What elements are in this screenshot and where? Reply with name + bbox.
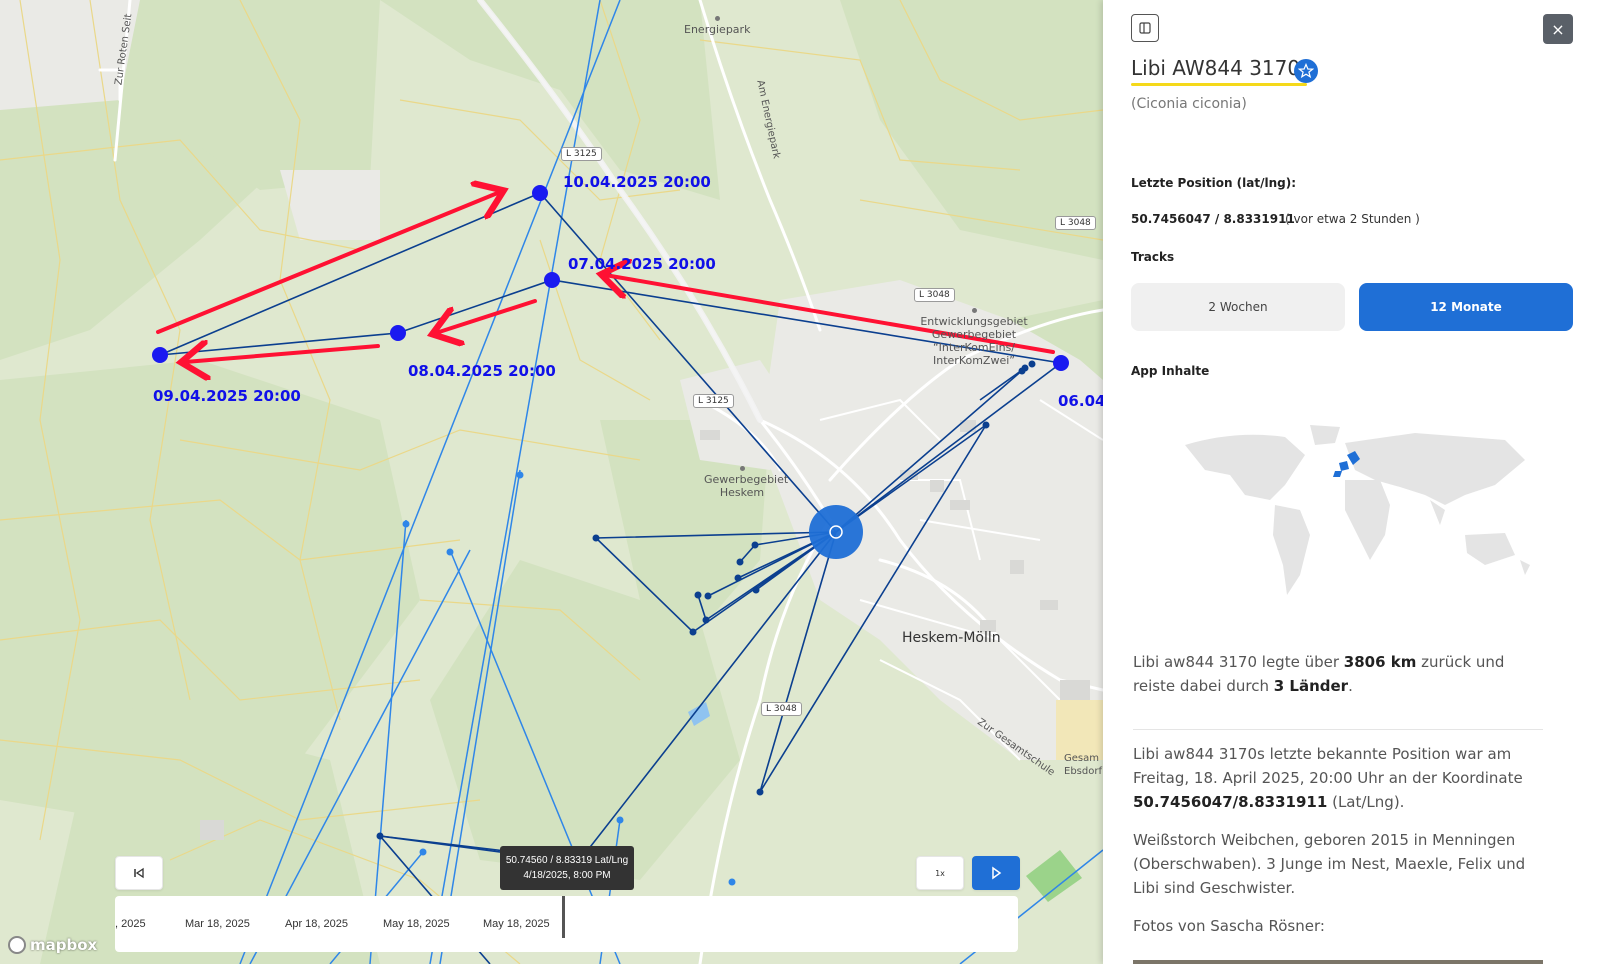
name-highlight xyxy=(1131,83,1307,86)
timeline-tick: May 18, 2025 xyxy=(383,918,450,930)
visited-country xyxy=(1333,471,1342,477)
annotation-arrows xyxy=(156,0,1055,964)
visited-country xyxy=(1339,461,1349,471)
place-label-gesamtschule: Gesam Ebsdorf xyxy=(1064,753,1102,777)
speed-button[interactable]: 1x xyxy=(916,856,964,890)
annotation-arrow xyxy=(436,299,537,333)
world-map xyxy=(1185,425,1530,595)
last-position-title: Letzte Position (lat/lng): xyxy=(1131,176,1297,190)
close-icon: × xyxy=(1551,19,1565,39)
timeline-tick: Mar 18, 2025 xyxy=(185,918,250,930)
timeline-tick: May 18, 2025 xyxy=(483,918,550,930)
photos-credit: Fotos von Sascha Rösner: xyxy=(1133,917,1325,935)
place-label-entwicklungsgebiet: Entwicklungsgebiet Gewerbegebiet “InterK… xyxy=(916,308,1032,367)
timeline-tick: , 2025 xyxy=(115,918,146,930)
favorite-star-icon[interactable] xyxy=(1294,59,1318,83)
restart-button[interactable] xyxy=(115,856,163,890)
track-12-months-button[interactable]: 12 Monate xyxy=(1359,283,1573,331)
road-label: L 3048 xyxy=(914,288,955,302)
app-content-title: App Inhalte xyxy=(1131,364,1210,378)
timeline-cursor[interactable] xyxy=(562,896,565,938)
star-icon xyxy=(1298,63,1314,79)
last-position-coords: 50.7456047 / 8.8331911 xyxy=(1131,212,1295,226)
species-name: (Ciconia ciconia) xyxy=(1131,96,1247,112)
date-label: 08.04.2025 20:00 xyxy=(408,362,556,380)
last-position-ago: ( vor etwa 2 Stunden ) xyxy=(1285,212,1420,226)
divider xyxy=(1133,729,1543,730)
distance-summary: Libi aw844 3170 legte über 3806 km zurüc… xyxy=(1133,653,1505,695)
bird-bio: Weißstorch Weibchen, geboren 2015 in Men… xyxy=(1133,831,1526,897)
road-label: L 3048 xyxy=(761,702,802,716)
map-view[interactable]: L 3125 L 3048 L 3048 L 3125 L 3048 Energ… xyxy=(0,0,1103,964)
timeline-tick: Apr 18, 2025 xyxy=(285,918,348,930)
date-label: 09.04.2025 20:00 xyxy=(153,387,301,405)
collapse-panel-button[interactable] xyxy=(1131,14,1159,42)
track-2-weeks-button[interactable]: 2 Wochen xyxy=(1131,283,1345,331)
distance-value: 3806 km xyxy=(1343,653,1417,671)
tracks-title: Tracks xyxy=(1131,250,1175,264)
place-label-gewerbegebiet: Gewerbegebiet Heskem xyxy=(704,466,788,499)
timeline-scrubber[interactable]: , 2025 Mar 18, 2025 Apr 18, 2025 May 18,… xyxy=(115,896,1018,952)
date-label: 10.04.2025 20:00 xyxy=(563,173,711,191)
photo-gallery[interactable] xyxy=(1133,960,1543,964)
place-label-energiepark: Energiepark xyxy=(684,16,750,36)
road-label: L 3125 xyxy=(561,147,602,161)
countries-value: 3 Länder xyxy=(1273,677,1349,695)
speed-label: 1x xyxy=(935,868,945,878)
road-label: L 3125 xyxy=(693,394,734,408)
tooltip-time: 4/18/2025, 8:00 PM xyxy=(523,870,611,881)
close-button[interactable]: × xyxy=(1543,14,1573,44)
tooltip-coords: 50.74560 / 8.83319 Lat/Lng xyxy=(505,855,629,866)
play-icon xyxy=(992,866,1002,880)
annotation-arrow xyxy=(185,346,380,362)
road-label: L 3048 xyxy=(1055,216,1096,230)
sidebar-toggle-icon xyxy=(1139,22,1151,34)
date-label: 07.04.2025 20:00 xyxy=(568,255,716,273)
skip-back-icon xyxy=(134,867,144,879)
bird-name-title: Libi AW844 3170 xyxy=(1131,56,1301,80)
annotation-arrow xyxy=(156,192,500,334)
date-label: 06.04.2025 20:00 xyxy=(1058,392,1103,410)
place-label-heskem-moelln: Heskem-Mölln xyxy=(902,630,1001,646)
position-tooltip: 50.74560 / 8.83319 Lat/Lng 4/18/2025, 8:… xyxy=(500,846,634,890)
play-button[interactable] xyxy=(972,856,1020,890)
last-known-coord: 50.7456047/8.8331911 xyxy=(1133,793,1328,811)
mapbox-logo: mapbox xyxy=(8,936,97,954)
last-known-position-text: Libi aw844 3170s letzte bekannte Positio… xyxy=(1133,745,1523,811)
mapbox-logo-icon xyxy=(8,936,26,954)
bird-detail-panel: × Libi AW844 3170 (Ciconia ciconia) Letz… xyxy=(1103,0,1603,964)
